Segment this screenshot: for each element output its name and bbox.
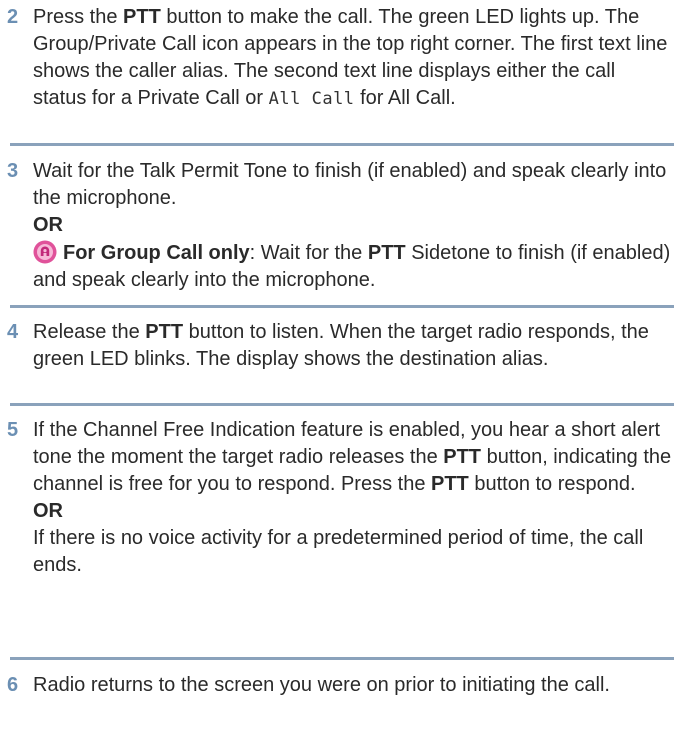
ptt-label: PTT: [431, 473, 469, 495]
ptt-label: PTT: [123, 6, 161, 28]
divider: [10, 305, 674, 308]
ptt-label: PTT: [145, 321, 184, 343]
ptt-label: PTT: [367, 242, 406, 264]
all-call-display-text: All Call: [268, 89, 355, 109]
divider: [10, 403, 674, 406]
ptt-label: PTT: [443, 446, 482, 468]
step-number: 6: [7, 674, 19, 696]
instruction-page: 2 Press the PTT button to make the call.…: [0, 0, 679, 735]
step-text: Release the PTT button to listen. When t…: [33, 321, 649, 370]
step-number: 3: [7, 160, 19, 182]
step-text: If the Channel Free Indication feature i…: [33, 419, 672, 576]
step-number: 4: [7, 321, 19, 343]
group-call-icon: [33, 240, 57, 264]
divider: [10, 143, 674, 146]
step-text: Wait for the Talk Permit Tone to finish …: [33, 160, 667, 236]
or-label: OR: [33, 214, 63, 236]
group-call-only-label: For Group Call only: [63, 242, 250, 264]
step-number: 2: [7, 6, 19, 28]
step-text: Radio returns to the screen you were on …: [33, 674, 610, 696]
step-number: 5: [7, 419, 19, 441]
step-text: Press the PTT button to make the call. T…: [33, 6, 668, 109]
divider: [10, 657, 674, 660]
or-label: OR: [33, 500, 63, 522]
